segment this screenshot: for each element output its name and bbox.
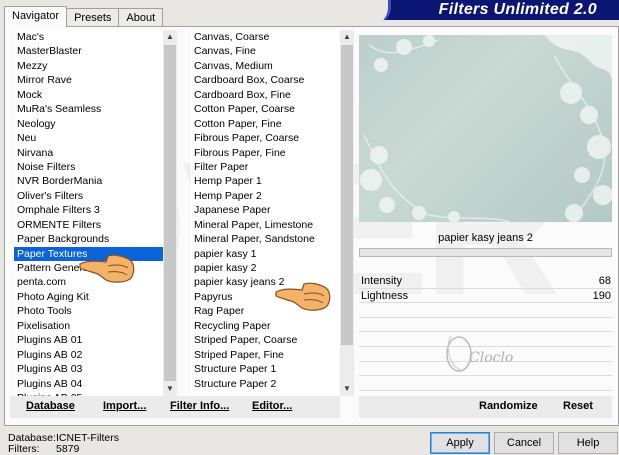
param-value: 68 [598,275,611,287]
tab-about[interactable]: About [118,8,164,27]
filter-item[interactable]: Canvas, Coarse [191,30,340,44]
apply-button[interactable]: Apply [430,432,490,454]
filter-item[interactable]: Hemp Paper 2 [191,189,340,203]
category-item[interactable]: MasterBlaster [14,44,163,58]
filter-item[interactable]: Striped Paper, Fine [191,348,340,362]
category-item[interactable]: ORMENTE Filters [14,218,163,232]
filter-item[interactable]: Cotton Paper, Fine [191,117,340,131]
filter-scrollbar[interactable]: ▲ ▼ [340,30,354,396]
preview-filter-name: papier kasy jeans 2 [438,232,533,244]
category-item[interactable]: Plugins AB 01 [14,333,163,347]
category-item[interactable]: Omphale Filters 3 [14,203,163,217]
filters-count-value: 5879 [56,443,80,455]
app-title: Filters Unlimited 2.0 [438,1,597,18]
filter-item[interactable]: Mineral Paper, Limestone [191,218,340,232]
category-scrollbar[interactable]: ▲ ▼ [163,30,177,396]
scroll-up-icon[interactable]: ▲ [163,30,177,44]
category-item[interactable]: Pixelisation [14,319,163,333]
category-item[interactable]: Mezzy [14,59,163,73]
reset-button[interactable]: Reset [563,400,593,412]
filter-item[interactable]: papier kasy 1 [191,247,340,261]
filter-item[interactable]: Cotton Paper, Coarse [191,102,340,116]
filter-item[interactable]: Structure Paper 2 [191,377,340,391]
param-label: Lightness [361,289,409,302]
scroll-down-icon[interactable]: ▼ [340,382,354,396]
filter-item[interactable]: Canvas, Fine [191,44,340,58]
param-row-lightness[interactable]: Lightness 190 [359,289,612,304]
floral-pattern [360,35,612,222]
scroll-thumb[interactable] [341,45,353,345]
help-button[interactable]: Help [558,432,618,454]
category-item[interactable]: Oliver's Filters [14,189,163,203]
scroll-down-icon[interactable]: ▼ [163,382,177,396]
category-item[interactable]: NVR BorderMania [14,174,163,188]
category-item[interactable]: Neology [14,117,163,131]
status-area: Database:ICNET-Filters Filters: 5879 [8,433,119,455]
category-item[interactable]: Mock [14,88,163,102]
category-items: Mac's MasterBlaster Mezzy Mirror Rave Mock Mu… [14,30,164,396]
pointing-hand-icon [79,254,135,283]
filter-item[interactable]: Structure Paper 1 [191,362,340,376]
filters-count-label: Filters: [8,443,40,455]
tab-navigator[interactable]: Navigator [4,6,68,27]
param-row-empty [359,376,612,391]
param-label: Intensity [361,275,402,287]
category-item[interactable]: Paper Backgrounds [14,232,163,246]
category-item[interactable]: Photo Tools [14,304,163,318]
filter-item[interactable]: Recycling Paper [191,319,340,333]
category-item[interactable]: Plugins AB 02 [14,348,163,362]
filter-item[interactable]: Fibrous Paper, Fine [191,146,340,160]
tab-presets[interactable]: Presets [66,8,120,27]
filter-item[interactable]: Mineral Paper, Sandstone [191,232,340,246]
category-item[interactable]: Mac's [14,30,163,44]
filter-item[interactable]: Hemp Paper 1 [191,174,340,188]
signature-logo: Cloclo [446,335,513,372]
filter-items: Canvas, Coarse Canvas, Fine Canvas, Medium… [191,30,340,391]
filter-name-bar [359,248,612,257]
filter-item[interactable]: Cardboard Box, Coarse [191,73,340,87]
param-row-intensity[interactable]: Intensity 68 [359,274,612,289]
cancel-button[interactable]: Cancel [494,432,554,454]
filter-list[interactable]: Canvas, Coarse Canvas, Fine Canvas, Medium… [191,30,354,396]
title-banner: Filters Unlimited 2.0 [362,0,619,20]
tab-bar: Navigator Presets About [4,6,164,27]
category-item[interactable]: Plugins AB 04 [14,377,163,391]
category-item[interactable]: Plugins AB 03 [14,362,163,376]
filter-item[interactable]: Striped Paper, Coarse [191,333,340,347]
scroll-thumb[interactable] [164,45,176,381]
category-item[interactable]: Photo Aging Kit [14,290,163,304]
right-button-bar: Randomize Reset [359,396,612,418]
category-item[interactable]: Noise Filters [14,160,163,174]
left-button-bar: Database Import... Filter Info... Editor… [10,396,340,418]
filter-info-button[interactable]: Filter Info... [170,400,229,412]
filter-item[interactable]: Canvas, Medium [191,59,340,73]
param-row-empty [359,303,612,318]
filter-item[interactable]: papier kasy 2 [191,261,340,275]
filter-item[interactable]: Japanese Paper [191,203,340,217]
category-item[interactable]: Nirvana [14,146,163,160]
parameter-panel: Intensity 68 Lightness 190 Cloclo [359,274,612,394]
category-list[interactable]: Mac's MasterBlaster Mezzy Mirror Rave Mock Mu… [14,30,177,396]
category-item[interactable]: Mirror Rave [14,73,163,87]
import-button[interactable]: Import... [103,400,146,412]
filter-item[interactable]: Fibrous Paper, Coarse [191,131,340,145]
preview-image [359,35,612,222]
scroll-up-icon[interactable]: ▲ [340,30,354,44]
category-item[interactable]: Neu [14,131,163,145]
signature-text: Cloclo [469,350,513,366]
editor-button[interactable]: Editor... [252,400,292,412]
filter-item[interactable]: Filter Paper [191,160,340,174]
randomize-button[interactable]: Randomize [479,400,538,412]
pointing-hand-icon [275,282,331,311]
filter-item[interactable]: Cardboard Box, Fine [191,88,340,102]
category-item[interactable]: MuRa's Seamless [14,102,163,116]
database-button[interactable]: Database [26,400,75,412]
param-value: 190 [592,289,611,302]
